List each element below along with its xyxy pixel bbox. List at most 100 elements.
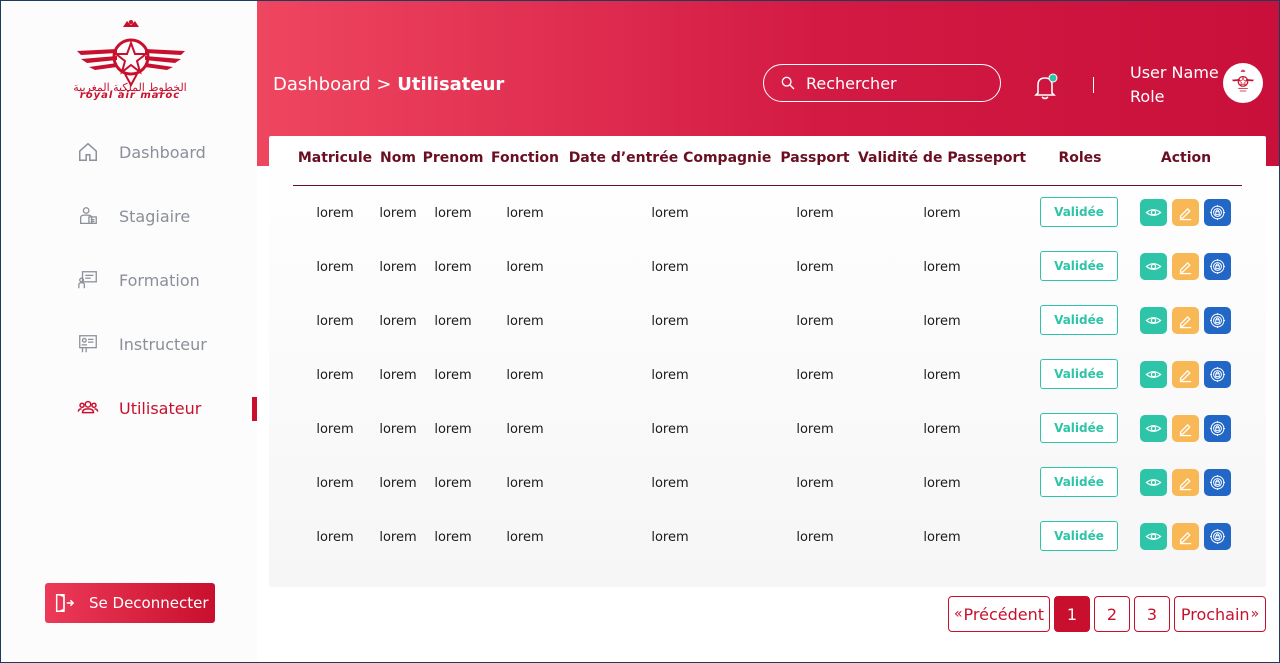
cell-matricule: lorem (316, 259, 354, 275)
permissions-button[interactable] (1204, 199, 1231, 226)
cell-nom: lorem (379, 421, 417, 437)
pagination-page-2[interactable]: 2 (1094, 596, 1130, 632)
edit-button[interactable] (1172, 307, 1199, 334)
notification-bell-icon[interactable] (1032, 73, 1058, 101)
role-status-button[interactable]: Validée (1040, 467, 1118, 497)
role-status-button[interactable]: Validée (1040, 251, 1118, 281)
cell-prenom: lorem (434, 421, 472, 437)
cell-prenom: lorem (434, 475, 472, 491)
sidebar-item-stagiaire[interactable]: Stagiaire (77, 201, 190, 231)
edit-button[interactable] (1172, 523, 1199, 550)
pagination-page-1[interactable]: 1 (1054, 596, 1090, 632)
edit-button[interactable] (1172, 469, 1199, 496)
table-row: lorem lorem lorem lorem lorem lorem lorem Valid… (269, 240, 1266, 294)
sidebar-item-dashboard[interactable]: Dashboard (77, 137, 206, 167)
role-status-button[interactable]: Validée (1040, 521, 1118, 551)
cell-validite-passeport: lorem (923, 421, 961, 437)
eye-icon (1145, 209, 1162, 216)
cell-matricule: lorem (316, 529, 354, 545)
permissions-button[interactable] (1204, 253, 1231, 280)
role-status-button[interactable]: Validée (1040, 197, 1118, 227)
permission-icon (1210, 205, 1225, 220)
role-status-button[interactable]: Validée (1040, 413, 1118, 443)
eye-icon (1145, 425, 1162, 432)
cell-nom: lorem (379, 259, 417, 275)
cell-validite-passeport: lorem (923, 529, 961, 545)
chevrons-right-icon: » (1250, 606, 1260, 622)
pencil-icon (1179, 478, 1192, 491)
view-button[interactable] (1140, 415, 1167, 442)
column-header-action: Action (1160, 150, 1212, 166)
table-row: lorem lorem lorem lorem lorem lorem lorem Valid… (269, 402, 1266, 456)
table-row: lorem lorem lorem lorem lorem lorem lorem Valid… (269, 456, 1266, 510)
column-header-validite-passeport: Validité de Passeport (857, 150, 1027, 166)
cell-fonction: lorem (506, 529, 544, 545)
column-header-fonction: Fonction (491, 150, 559, 166)
edit-button[interactable] (1172, 199, 1199, 226)
permissions-button[interactable] (1204, 415, 1231, 442)
role-status-button[interactable]: Validée (1040, 305, 1118, 335)
cell-prenom: lorem (434, 205, 472, 221)
eye-icon (1145, 479, 1162, 486)
search-box[interactable] (763, 64, 1001, 102)
view-button[interactable] (1140, 199, 1167, 226)
logout-label: Se Deconnecter (89, 594, 209, 612)
pencil-icon (1179, 316, 1192, 329)
sidebar-item-formation[interactable]: Formation (77, 265, 200, 295)
cell-fonction: lorem (506, 421, 544, 437)
pencil-icon (1179, 370, 1192, 383)
header-divider (1093, 77, 1094, 93)
trainee-icon (80, 207, 97, 224)
sidebar-item-label: Instructeur (119, 334, 207, 354)
breadcrumb-current: Utilisateur (397, 74, 505, 95)
cell-matricule: lorem (316, 367, 354, 383)
pagination-next-button[interactable]: Prochain » (1174, 596, 1266, 632)
pagination-prev-button[interactable]: « Précédent (948, 596, 1050, 632)
view-button[interactable] (1140, 307, 1167, 334)
cell-fonction: lorem (506, 475, 544, 491)
sidebar-item-label: Utilisateur (119, 398, 202, 418)
sidebar-item-instructeur[interactable]: Instructeur (77, 329, 207, 359)
cell-validite-passeport: lorem (923, 205, 961, 221)
cell-nom: lorem (379, 367, 417, 383)
role-status-button[interactable]: Validée (1040, 359, 1118, 389)
column-header-nom: Nom (380, 150, 416, 166)
permission-icon (1210, 529, 1225, 544)
cell-passport: lorem (796, 367, 834, 383)
view-button[interactable] (1140, 469, 1167, 496)
table-row: lorem lorem lorem lorem lorem lorem lorem Valid… (269, 186, 1266, 240)
permissions-button[interactable] (1204, 469, 1231, 496)
pagination-next-label: Prochain (1180, 604, 1250, 624)
cell-prenom: lorem (434, 367, 472, 383)
sidebar-item-utilisateur[interactable]: Utilisateur (77, 393, 201, 423)
search-input[interactable] (804, 72, 988, 94)
view-button[interactable] (1140, 253, 1167, 280)
pagination-page-3[interactable]: 3 (1134, 596, 1170, 632)
permissions-button[interactable] (1204, 361, 1231, 388)
table-row: lorem lorem lorem lorem lorem lorem lorem Valid… (269, 348, 1266, 402)
pagination-prev-label: Précédent (963, 604, 1045, 624)
eye-icon (1145, 317, 1162, 324)
edit-button[interactable] (1172, 253, 1199, 280)
edit-button[interactable] (1172, 361, 1199, 388)
edit-button[interactable] (1172, 415, 1199, 442)
permissions-button[interactable] (1204, 307, 1231, 334)
search-icon (781, 76, 795, 90)
cell-matricule: lorem (316, 421, 354, 437)
view-button[interactable] (1140, 523, 1167, 550)
user-role: Role (1130, 87, 1165, 106)
column-header-date-entree: Date d’entrée Compagnie (568, 150, 772, 166)
logout-icon (55, 594, 75, 612)
royal-emblem-icon (1231, 69, 1255, 92)
avatar[interactable] (1223, 63, 1263, 103)
table-row: lorem lorem lorem lorem lorem lorem lorem Valid… (269, 510, 1266, 564)
permissions-button[interactable] (1204, 523, 1231, 550)
pencil-icon (1179, 262, 1192, 275)
view-button[interactable] (1140, 361, 1167, 388)
home-icon (79, 142, 97, 161)
logout-button[interactable]: Se Deconnecter (45, 583, 215, 623)
cell-validite-passeport: lorem (923, 259, 961, 275)
breadcrumb-parent[interactable]: Dashboard (273, 74, 371, 95)
column-header-matricule: Matricule (297, 150, 373, 166)
eye-icon (1145, 533, 1162, 540)
